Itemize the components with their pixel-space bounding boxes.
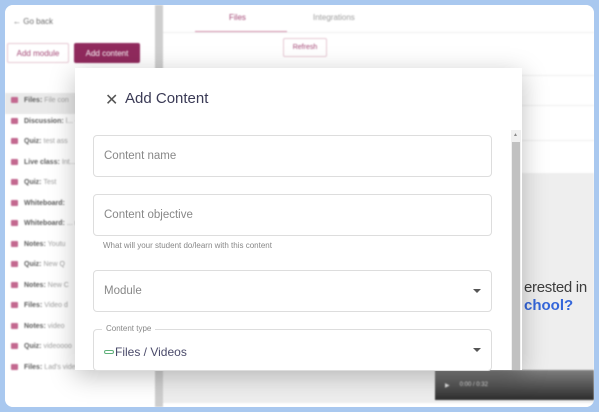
content-name-input[interactable]: Content name xyxy=(93,135,492,177)
scrollbar-thumb[interactable] xyxy=(512,142,520,370)
dialog-scrollbar[interactable]: ▲ xyxy=(511,130,521,370)
content-type-value: Files / Videos xyxy=(115,345,187,359)
app-window: ← Go back Add module Add content Files: F… xyxy=(5,5,594,407)
content-type-label: Content type xyxy=(102,324,156,333)
module-select[interactable]: Module xyxy=(93,270,492,312)
content-objective-placeholder: Content objective xyxy=(104,209,193,221)
content-objective-input[interactable]: Content objective xyxy=(93,194,492,236)
content-type-select[interactable]: Content type Files / Videos xyxy=(93,324,492,371)
scroll-up-icon[interactable]: ▲ xyxy=(513,132,518,138)
objective-helper-text: What will your student do/learn with thi… xyxy=(103,241,272,250)
add-content-dialog: ✕ Add Content Content name Content objec… xyxy=(75,68,522,371)
close-icon[interactable]: ✕ xyxy=(105,90,118,110)
chevron-down-icon xyxy=(473,289,481,293)
module-placeholder: Module xyxy=(104,285,142,297)
chevron-down-icon xyxy=(473,348,481,352)
content-name-placeholder: Content name xyxy=(104,150,177,162)
paperclip-icon xyxy=(104,350,114,354)
dialog-title: Add Content xyxy=(125,90,209,107)
